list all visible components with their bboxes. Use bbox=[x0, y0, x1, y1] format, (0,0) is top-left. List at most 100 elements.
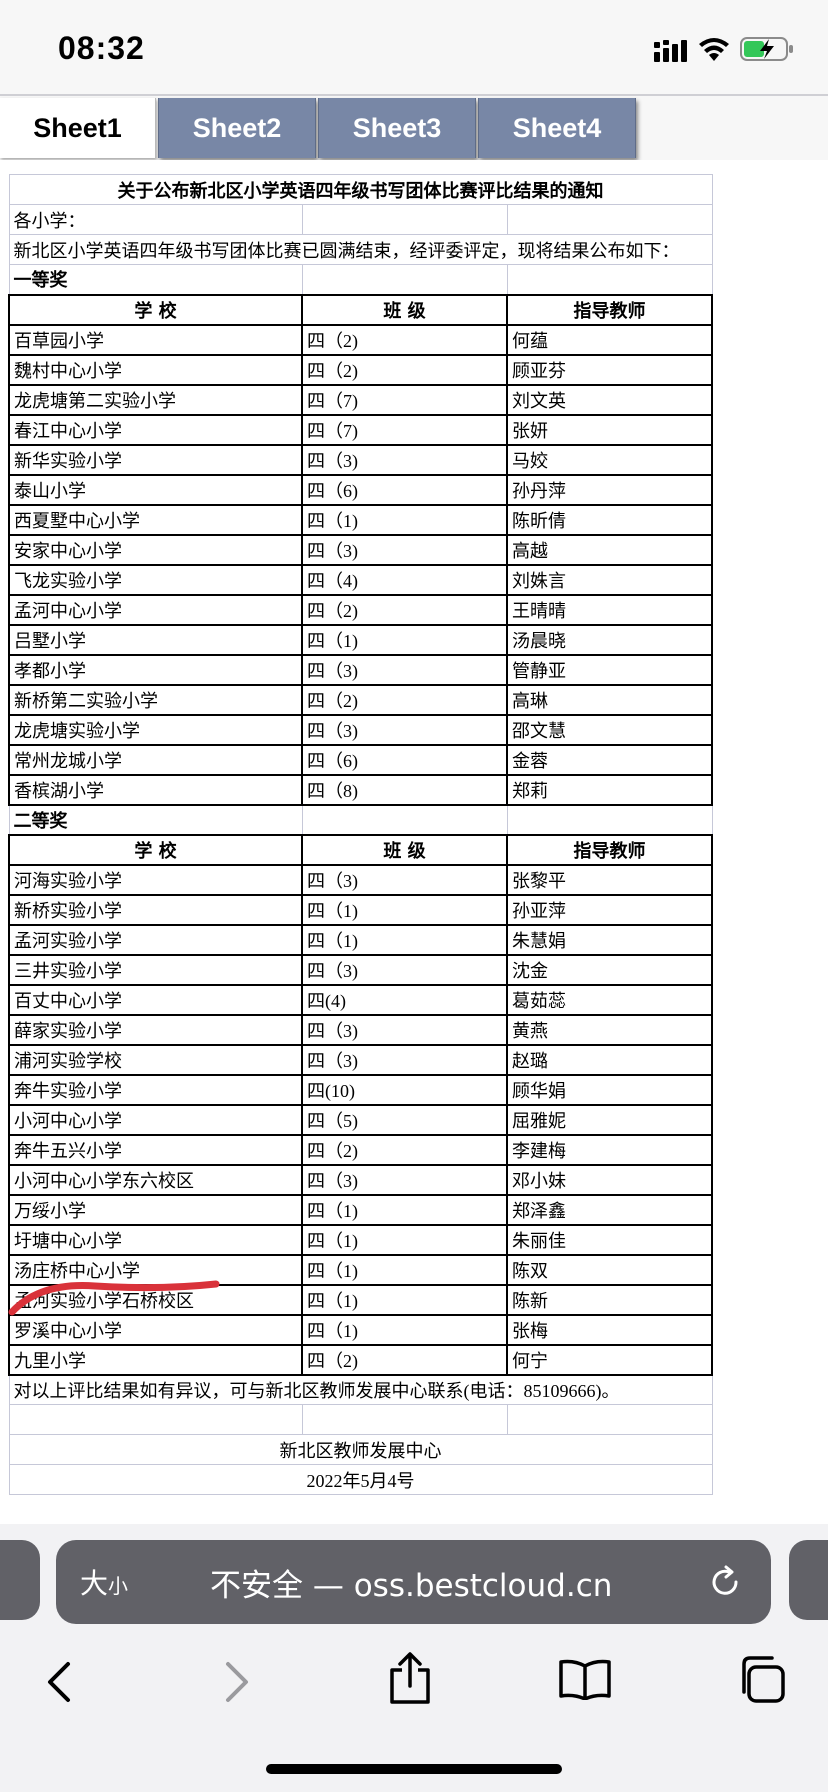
signature: 新北区教师发展中心 bbox=[8, 1434, 713, 1465]
class-cell: 四（8) bbox=[301, 774, 508, 806]
table-row: 吕墅小学 四（1) 汤晨晓 bbox=[8, 624, 713, 656]
class-cell: 四（1) bbox=[301, 504, 508, 536]
next-tab-preview[interactable] bbox=[789, 1540, 828, 1620]
table-row: 百草园小学 四（2) 何蕴 bbox=[8, 324, 713, 356]
school-cell: 孟河实验小学 bbox=[8, 924, 303, 956]
school-cell: 龙虎塘第二实验小学 bbox=[8, 384, 303, 416]
class-cell: 四(10) bbox=[301, 1074, 508, 1106]
teacher-cell: 张梅 bbox=[506, 1314, 713, 1346]
school-cell: 三井实验小学 bbox=[8, 954, 303, 986]
teacher-cell: 朱慧娟 bbox=[506, 924, 713, 956]
teacher-cell: 张妍 bbox=[506, 414, 713, 446]
class-cell: 四（6) bbox=[301, 744, 508, 776]
table-row: 孟河实验小学石桥校区 四（1) 陈新 bbox=[8, 1284, 713, 1316]
tab-sheet4[interactable]: Sheet4 bbox=[478, 98, 636, 158]
school-cell: 万绥小学 bbox=[8, 1194, 303, 1226]
teacher-cell: 高琳 bbox=[506, 684, 713, 716]
class-cell: 四（3) bbox=[301, 714, 508, 746]
share-icon[interactable] bbox=[388, 1652, 432, 1704]
teacher-cell: 郑莉 bbox=[506, 774, 713, 806]
header-class: 班 级 bbox=[301, 293, 508, 326]
forward-icon[interactable] bbox=[218, 1660, 254, 1704]
table-row: 薛家实验小学 四（3) 黄燕 bbox=[8, 1014, 713, 1046]
teacher-cell: 何蕴 bbox=[506, 324, 713, 356]
previous-tab-preview[interactable] bbox=[0, 1540, 40, 1620]
class-cell: 四（1) bbox=[301, 894, 508, 926]
table-row: 孟河中心小学 四（2) 王晴晴 bbox=[8, 594, 713, 626]
teacher-cell: 赵璐 bbox=[506, 1044, 713, 1076]
school-cell: 百丈中心小学 bbox=[8, 984, 303, 1016]
empty-cell bbox=[506, 204, 713, 235]
table-row: 万绥小学 四（1) 郑泽鑫 bbox=[8, 1194, 713, 1226]
class-cell: 四（3) bbox=[301, 534, 508, 566]
table-row: 百丈中心小学 四(4) 葛茹蕊 bbox=[8, 984, 713, 1016]
back-icon[interactable] bbox=[42, 1660, 78, 1704]
school-cell: 小河中心小学 bbox=[8, 1104, 303, 1136]
class-cell: 四（1) bbox=[301, 1194, 508, 1226]
table-row: 新桥实验小学 四（1) 孙亚萍 bbox=[8, 894, 713, 926]
tab-sheet1[interactable]: Sheet1 bbox=[0, 98, 156, 158]
table-header-row: 学 校班 级指导教师 bbox=[8, 833, 713, 866]
class-cell: 四（1) bbox=[301, 1314, 508, 1346]
class-cell: 四（3) bbox=[301, 1044, 508, 1076]
table-row: 龙虎塘第二实验小学 四（7) 刘文英 bbox=[8, 384, 713, 416]
table-row: 龙虎塘实验小学 四（3) 邵文慧 bbox=[8, 714, 713, 746]
header-teacher: 指导教师 bbox=[506, 293, 713, 326]
class-cell: 四（4) bbox=[301, 564, 508, 596]
bookmarks-icon[interactable] bbox=[558, 1658, 612, 1700]
class-cell: 四(4) bbox=[301, 984, 508, 1016]
section-title: 一等奖 bbox=[8, 264, 303, 295]
school-cell: 春江中心小学 bbox=[8, 414, 303, 446]
teacher-cell: 陈新 bbox=[506, 1284, 713, 1316]
teacher-cell: 屈雅妮 bbox=[506, 1104, 713, 1136]
school-cell: 新桥第二实验小学 bbox=[8, 684, 303, 716]
school-cell: 魏村中心小学 bbox=[8, 354, 303, 386]
intro-text: 新北区小学英语四年级书写团体比赛已圆满结束，经评委评定，现将结果公布如下： bbox=[8, 234, 713, 265]
class-cell: 四（1) bbox=[301, 1284, 508, 1316]
table-row: 孝都小学 四（3) 管静亚 bbox=[8, 654, 713, 686]
class-cell: 四（6) bbox=[301, 474, 508, 506]
table-row: 飞龙实验小学 四（4) 刘姝言 bbox=[8, 564, 713, 596]
table-row: 罗溪中心小学 四（1) 张梅 bbox=[8, 1314, 713, 1346]
teacher-cell: 孙亚萍 bbox=[506, 894, 713, 926]
empty-cell bbox=[506, 264, 713, 295]
table-row: 小河中心小学东六校区 四（3) 邓小妹 bbox=[8, 1164, 713, 1196]
reload-icon[interactable] bbox=[707, 1564, 743, 1600]
class-cell: 四（2) bbox=[301, 1344, 508, 1376]
teacher-cell: 汤晨晓 bbox=[506, 624, 713, 656]
school-cell: 飞龙实验小学 bbox=[8, 564, 303, 596]
document-title: 关于公布新北区小学英语四年级书写团体比赛评比结果的通知 bbox=[8, 174, 713, 205]
empty-cell bbox=[506, 804, 713, 835]
table-row: 小河中心小学 四（5) 屈雅妮 bbox=[8, 1104, 713, 1136]
text-size-button[interactable]: 大小 bbox=[80, 1562, 128, 1602]
school-cell: 奔牛实验小学 bbox=[8, 1074, 303, 1106]
address-bar[interactable]: 大小 不安全 — oss.bestcloud.cn bbox=[56, 1540, 771, 1624]
table-row: 九里小学 四（2) 何宁 bbox=[8, 1344, 713, 1376]
teacher-cell: 顾亚芬 bbox=[506, 354, 713, 386]
school-cell: 香槟湖小学 bbox=[8, 774, 303, 806]
battery-charging-icon bbox=[740, 37, 793, 61]
spreadsheet-view[interactable]: 关于公布新北区小学英语四年级书写团体比赛评比结果的通知 各小学： 新北区小学英语… bbox=[0, 160, 828, 1524]
teacher-cell: 邓小妹 bbox=[506, 1164, 713, 1196]
table-header-row: 学 校班 级指导教师 bbox=[8, 293, 713, 326]
empty-cell bbox=[301, 204, 508, 235]
teacher-cell: 马姣 bbox=[506, 444, 713, 476]
class-cell: 四（3) bbox=[301, 954, 508, 986]
tabs-icon[interactable] bbox=[736, 1654, 786, 1704]
school-cell: 新华实验小学 bbox=[8, 444, 303, 476]
teacher-cell: 孙丹萍 bbox=[506, 474, 713, 506]
table-row: 圩塘中心小学 四（1) 朱丽佳 bbox=[8, 1224, 713, 1256]
class-cell: 四（1) bbox=[301, 1254, 508, 1286]
tab-sheet2[interactable]: Sheet2 bbox=[158, 98, 316, 158]
class-cell: 四（2) bbox=[301, 324, 508, 356]
school-cell: 罗溪中心小学 bbox=[8, 1314, 303, 1346]
teacher-cell: 邵文慧 bbox=[506, 714, 713, 746]
class-cell: 四（2) bbox=[301, 594, 508, 626]
class-cell: 四（1) bbox=[301, 1224, 508, 1256]
wifi-icon bbox=[699, 38, 729, 61]
school-cell: 浦河实验学校 bbox=[8, 1044, 303, 1076]
tab-sheet3[interactable]: Sheet3 bbox=[318, 98, 476, 158]
results-table: 关于公布新北区小学英语四年级书写团体比赛评比结果的通知 各小学： 新北区小学英语… bbox=[8, 174, 713, 1495]
table-row: 新华实验小学 四（3) 马姣 bbox=[8, 444, 713, 476]
header-class: 班 级 bbox=[301, 833, 508, 866]
